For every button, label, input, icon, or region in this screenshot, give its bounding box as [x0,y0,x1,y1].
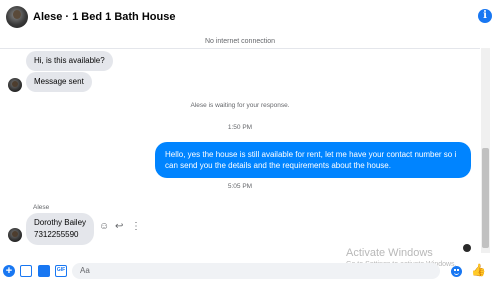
message-input[interactable]: Aa [72,263,440,279]
more-options-icon[interactable]: ⋮ [131,222,141,232]
emoji-icon[interactable] [451,266,462,277]
incoming-message[interactable]: Hi, is this available? [26,51,113,71]
react-icon[interactable]: ☺ [99,222,109,232]
message-line: Dorothy Bailey [34,218,87,227]
connection-status: No internet connection [204,38,276,45]
reply-icon[interactable]: ↩ [115,222,123,232]
contact-avatar [8,78,22,92]
read-receipt-avatar [463,244,471,252]
message-scrollbar[interactable] [481,48,490,253]
message-composer: + GIF Aa 👍 [0,258,500,284]
contact-avatar [8,228,22,242]
info-icon[interactable]: i [478,9,492,23]
timestamp: 5:05 PM [227,183,253,190]
conversation-header: Alese · 1 Bed 1 Bath House [0,0,500,34]
sender-name: Alese [33,204,50,211]
message-line: 7312255590 [34,230,79,239]
gif-icon[interactable]: GIF [55,265,67,277]
incoming-message[interactable]: Dorothy Bailey 7312255590 [26,213,95,245]
like-icon[interactable]: 👍 [471,264,486,276]
outgoing-message[interactable]: Hello, yes the house is still available … [155,142,471,178]
photo-icon[interactable] [20,265,32,277]
avatar[interactable] [6,6,28,28]
waiting-note: Alese is waiting for your response. [190,102,290,109]
sticker-icon[interactable] [38,265,50,277]
header-divider [0,48,480,49]
scroll-thumb[interactable] [482,148,489,248]
plus-icon[interactable]: + [3,265,15,277]
incoming-message[interactable]: Message sent [26,72,92,92]
conversation-title[interactable]: Alese · 1 Bed 1 Bath House [33,11,175,23]
timestamp: 1:50 PM [227,124,253,131]
